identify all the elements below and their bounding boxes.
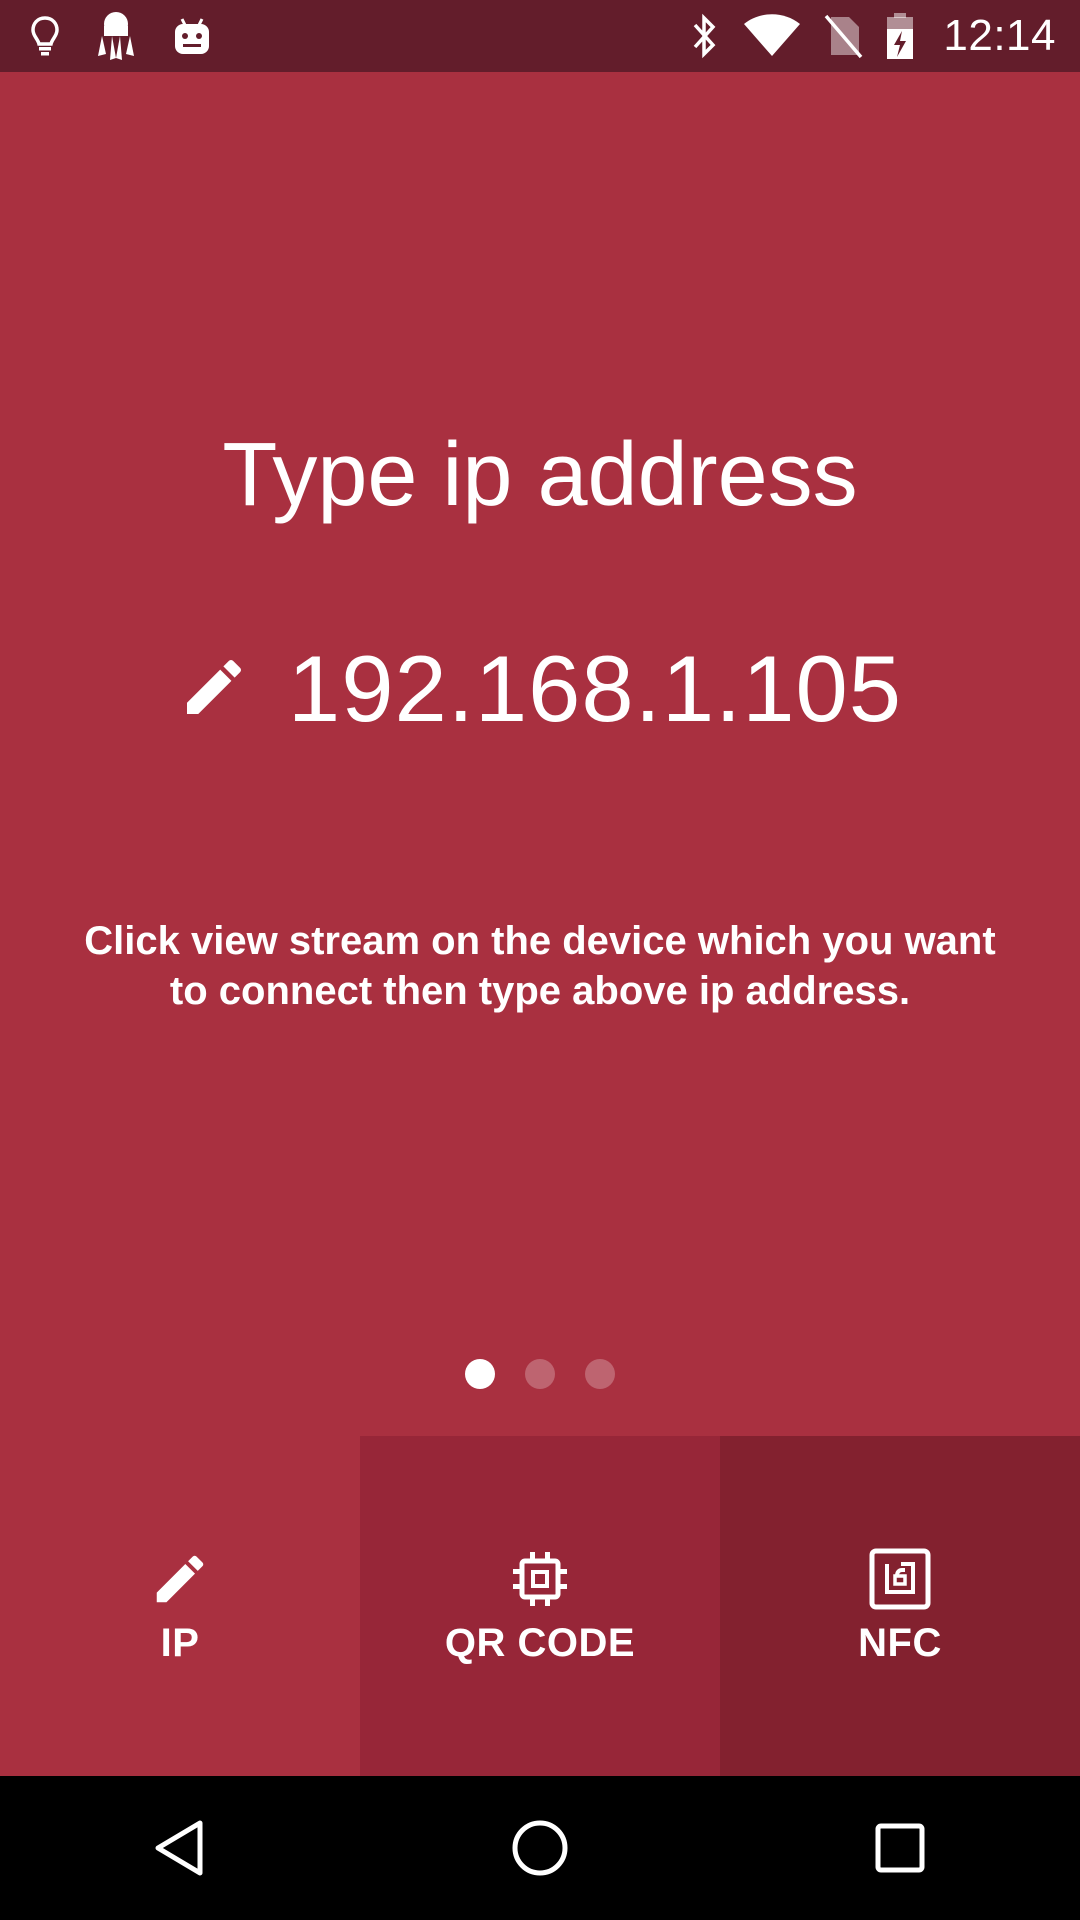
home-icon[interactable] (480, 1788, 600, 1908)
pencil-icon (148, 1547, 212, 1611)
system-icons: 12:14 (689, 0, 1056, 72)
page-dot-3 (585, 1359, 615, 1389)
navigation-bar (0, 1776, 1080, 1920)
clock: 12:14 (943, 11, 1056, 60)
spider-app-icon (94, 10, 138, 62)
back-icon[interactable] (120, 1788, 240, 1908)
lightbulb-icon (30, 15, 60, 57)
tab-label: NFC (858, 1620, 942, 1665)
nfc-icon (868, 1547, 932, 1611)
no-sim-icon (823, 13, 863, 59)
chip-icon (508, 1547, 572, 1611)
notification-icons (30, 0, 212, 72)
tab-qr-code[interactable]: QR CODE (360, 1436, 720, 1776)
tab-ip[interactable]: IP (0, 1436, 360, 1776)
battery-charging-icon (885, 11, 915, 61)
ip-address-value[interactable]: 192.168.1.105 (288, 642, 902, 736)
page-indicator (0, 1359, 1080, 1389)
android-debug-icon (172, 15, 212, 57)
recents-icon[interactable] (840, 1788, 960, 1908)
tab-nfc[interactable]: NFC (720, 1436, 1080, 1776)
page-dot-2 (525, 1359, 555, 1389)
page-title: Type ip address (222, 425, 858, 525)
instruction-text: Click view stream on the device which yo… (84, 919, 996, 1013)
pencil-icon[interactable] (178, 651, 250, 728)
wifi-icon (743, 14, 801, 58)
screen: 12:14 Type ip address 192.168.1.105 Clic… (0, 0, 1080, 1920)
tab-label: IP (160, 1620, 200, 1665)
bluetooth-icon (689, 13, 721, 59)
tab-label: QR CODE (444, 1620, 636, 1665)
connection-method-tabs: IP QR CODE NFC (0, 1436, 1080, 1776)
page-dot-1 (465, 1359, 495, 1389)
ip-address-row[interactable]: 192.168.1.105 (0, 642, 1080, 736)
main-content: Type ip address 192.168.1.105 Click view… (0, 72, 1080, 1436)
status-bar: 12:14 (0, 0, 1080, 72)
